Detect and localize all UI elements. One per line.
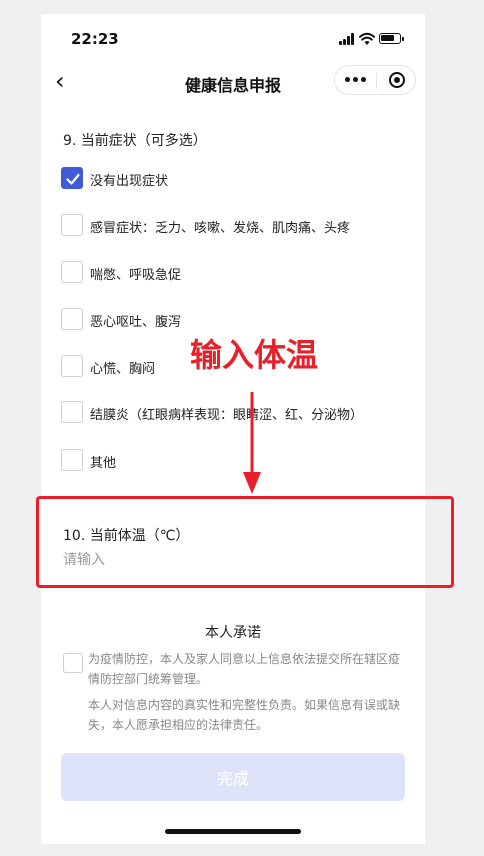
nav-bar: ‹ 健康信息申报 xyxy=(41,62,425,102)
checkbox[interactable] xyxy=(61,449,83,471)
option-label: 心慌、胸闷 xyxy=(90,362,156,377)
phone-screen: 22:23 ‹ 健康信息申报 9. 当前症状（可多选） 没有出现症状 感冒症状：… xyxy=(41,14,425,844)
option-label: 结膜炎（红眼病样表现：眼睛涩、红、分泌物） xyxy=(90,408,364,423)
annotation-arrow-icon xyxy=(243,392,261,494)
checkbox[interactable] xyxy=(61,308,83,330)
question-9-title: 9. 当前症状（可多选） xyxy=(63,133,207,149)
option-label: 其他 xyxy=(90,456,117,471)
status-bar: 22:23 xyxy=(41,14,425,62)
home-indicator xyxy=(165,829,301,834)
annotation-highlight-box xyxy=(36,496,454,588)
checkbox-checked[interactable] xyxy=(61,167,83,189)
target-icon[interactable] xyxy=(389,72,405,88)
option-label: 恶心呕吐、腹泻 xyxy=(90,315,182,330)
annotation-label: 输入体温 xyxy=(190,336,319,374)
option-label: 感冒症状：乏力、咳嗽、发烧、肌肉痛、头疼 xyxy=(90,221,351,236)
option-label: 喘憋、呼吸急促 xyxy=(90,268,182,283)
signal-icon xyxy=(339,33,355,45)
checkbox[interactable] xyxy=(61,214,83,236)
status-time: 22:23 xyxy=(71,30,119,48)
capsule-divider xyxy=(376,73,377,89)
checkbox[interactable] xyxy=(61,261,83,283)
promise-text-2: 本人对信息内容的真实性和完整性负责。如果信息有误或缺失，本人愿承担相应的法律责任… xyxy=(88,698,401,732)
promise-text-1: 为疫情防控，本人及家人同意以上信息依法提交所在辖区疫情防控部门统筹管理。 xyxy=(88,652,401,686)
submit-button[interactable]: 完成 xyxy=(61,753,405,801)
checkbox[interactable] xyxy=(61,401,83,423)
battery-icon xyxy=(379,33,404,44)
mini-program-capsule xyxy=(334,65,416,95)
promise-title: 本人承诺 xyxy=(205,625,261,641)
more-dots-icon[interactable] xyxy=(345,77,367,83)
agree-checkbox[interactable] xyxy=(63,653,83,673)
wifi-icon xyxy=(359,31,375,45)
option-label: 没有出现症状 xyxy=(90,174,169,189)
checkbox[interactable] xyxy=(61,355,83,377)
